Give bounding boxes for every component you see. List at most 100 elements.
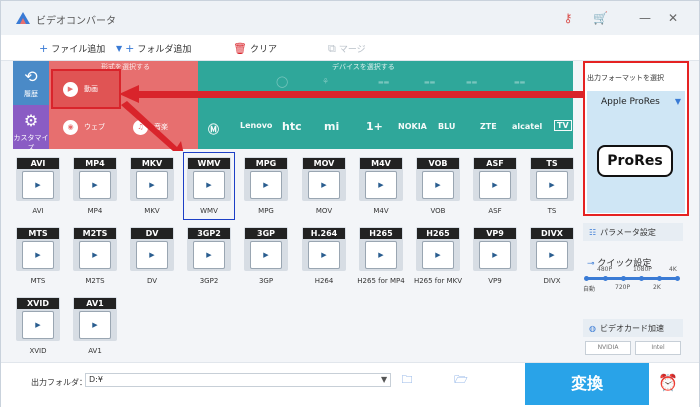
slider-stop-2k[interactable] <box>657 276 662 281</box>
lg-brand[interactable]: ▬▬ <box>466 79 477 86</box>
audio-category-button[interactable]: ♫ 音楽 <box>123 113 191 141</box>
key-icon[interactable]: ⚷ <box>561 11 575 25</box>
format-thumbnail: XVID ▶ <box>16 297 60 341</box>
format-tag: AV1 <box>74 298 116 309</box>
brand-oneplus[interactable]: 1+ <box>366 120 383 133</box>
slider-stop-480p[interactable] <box>603 276 608 281</box>
encoder-icon: ▶ <box>79 311 111 339</box>
format-item-h265-for-mp4[interactable]: H265 ▶ H265 for MP4 <box>356 223 406 289</box>
format-item-divx[interactable]: DIVX ▶ DIVX <box>527 223 577 289</box>
brand-alcatel[interactable]: alcatel <box>512 122 542 131</box>
merge-button[interactable]: ⧉ マージ <box>328 41 366 55</box>
huawei-brand[interactable]: ⚘ <box>322 77 329 86</box>
format-item-ts[interactable]: TS ▶ TS <box>527 153 577 219</box>
format-label: H264 <box>314 277 334 285</box>
format-item-xvid[interactable]: XVID ▶ XVID <box>13 293 63 359</box>
custom-tab[interactable]: ⚙ カスタマイズ <box>13 105 49 152</box>
format-item-3gp2[interactable]: 3GP2 ▶ 3GP2 <box>184 223 234 289</box>
android-brand[interactable]: ▬▬ <box>378 79 389 86</box>
format-thumbnail: MPG ▶ <box>244 157 288 201</box>
nvidia-toggle[interactable]: NVIDIA <box>585 341 631 355</box>
format-item-vp9[interactable]: VP9 ▶ VP9 <box>470 223 520 289</box>
format-item-vob[interactable]: VOB ▶ VOB <box>413 153 463 219</box>
slider-stop-1080p[interactable] <box>639 276 644 281</box>
device-band-label: デバイスを選択する <box>332 63 395 71</box>
brand-blu[interactable]: BLU <box>438 122 455 131</box>
format-label: MP4 <box>87 207 103 215</box>
clear-label: クリア <box>249 44 277 55</box>
history-label: 履歴 <box>24 90 38 98</box>
format-item-mov[interactable]: MOV ▶ MOV <box>299 153 349 219</box>
format-item-m2ts[interactable]: M2TS ▶ M2TS <box>70 223 120 289</box>
format-tag: M2TS <box>74 228 116 239</box>
format-tag: VOB <box>417 158 459 169</box>
folder-plus-icon: + <box>125 41 135 55</box>
output-format-select[interactable]: Apple ProRes ▼ ProRes <box>587 91 685 213</box>
format-item-mp4[interactable]: MP4 ▶ MP4 <box>70 153 120 219</box>
sliders-icon: ☷ <box>589 227 597 237</box>
video-category-button[interactable]: ▶ 動画 <box>51 69 121 109</box>
clear-button[interactable]: 🗑 クリア <box>233 41 277 55</box>
toolbar: + ファイル追加 ▼ + フォルダ追加 🗑 クリア ⧉ マージ <box>1 35 699 61</box>
format-item-mpg[interactable]: MPG ▶ MPG <box>241 153 291 219</box>
format-item-mts[interactable]: MTS ▶ MTS <box>13 223 63 289</box>
format-item-avi[interactable]: AVI ▶ AVI <box>13 153 63 219</box>
sony-brand[interactable]: ▬▬ <box>424 79 435 86</box>
slider-stop-720p[interactable] <box>621 276 626 281</box>
motorola-brand-icon[interactable]: Ⓜ <box>208 121 219 137</box>
browse-folder-icon[interactable]: 🗀 <box>399 373 415 387</box>
web-category-button[interactable]: ◉ ウェブ <box>53 113 121 141</box>
format-item-mkv[interactable]: MKV ▶ MKV <box>127 153 177 219</box>
parameter-settings-button[interactable]: ☷ パラメータ設定 <box>583 223 683 241</box>
asus-brand[interactable]: ▬▬ <box>514 79 525 86</box>
encoder-icon: ▶ <box>308 241 340 269</box>
minimize-button[interactable]: — <box>637 10 653 26</box>
format-item-3gp[interactable]: 3GP ▶ 3GP <box>241 223 291 289</box>
slider-stop-4k[interactable] <box>675 276 680 281</box>
add-folder-button[interactable]: ▼ + フォルダ追加 <box>116 41 191 55</box>
format-thumbnail: ASF ▶ <box>473 157 517 201</box>
close-button[interactable]: ✕ <box>665 10 681 26</box>
format-thumbnail: H265 ▶ <box>359 227 403 271</box>
brand-mi[interactable]: mi <box>324 120 339 133</box>
format-thumbnail: AV1 ▶ <box>73 297 117 341</box>
brand-zte[interactable]: ZTE <box>480 122 497 131</box>
slider-handle[interactable] <box>584 276 589 281</box>
brand-htc[interactable]: htc <box>282 120 302 133</box>
title-bar: ビデオコンバータ ⚷ 🛒 — ✕ <box>1 1 699 35</box>
quality-slider[interactable] <box>585 277 679 280</box>
format-thumbnail: DV ▶ <box>130 227 174 271</box>
hevc-icon: ▶ <box>422 241 454 269</box>
brand-nokia[interactable]: NOKIA <box>398 122 427 131</box>
brand-lenovo[interactable]: Lenovo <box>240 121 272 130</box>
format-tag: M4V <box>360 158 402 169</box>
format-tag: MP4 <box>74 158 116 169</box>
format-tag: H265 <box>360 228 402 239</box>
format-item-asf[interactable]: ASF ▶ ASF <box>470 153 520 219</box>
plus-icon: + <box>39 41 49 55</box>
format-item-h264[interactable]: H.264 ▶ H264 <box>299 223 349 289</box>
output-folder-input[interactable]: D:¥ <box>85 373 391 387</box>
add-file-button[interactable]: + ファイル追加 <box>39 41 105 55</box>
format-tag: WMV <box>188 158 230 169</box>
output-folder-dropdown-icon[interactable]: ▼ <box>381 375 387 384</box>
format-item-m4v[interactable]: M4V ▶ M4V <box>356 153 406 219</box>
music-note-icon: ♫ <box>133 119 148 135</box>
format-thumbnail: MTS ▶ <box>16 227 60 271</box>
format-thumbnail: VP9 ▶ <box>473 227 517 271</box>
format-item-wmv[interactable]: WMV ▶ WMV <box>183 152 235 220</box>
history-tab[interactable]: ⟲ 履歴 <box>13 61 49 105</box>
cart-icon[interactable]: 🛒 <box>593 11 608 25</box>
intel-toggle[interactable]: Intel <box>635 341 681 355</box>
convert-button[interactable]: 変換 <box>525 363 649 405</box>
format-tag: VP9 <box>474 228 516 239</box>
brand-tv[interactable]: TV <box>554 120 572 131</box>
alarm-clock-icon[interactable]: ⏰ <box>658 373 678 393</box>
format-label: M4V <box>373 207 389 215</box>
format-item-av1[interactable]: AV1 ▶ AV1 <box>70 293 120 359</box>
open-folder-icon[interactable]: 🗁 <box>453 373 469 387</box>
format-item-h265-for-mkv[interactable]: H265 ▶ H265 for MKV <box>413 223 463 289</box>
format-item-dv[interactable]: DV ▶ DV <box>127 223 177 289</box>
format-label: MPG <box>258 207 274 215</box>
samsung-brand[interactable]: ◯ <box>276 75 288 88</box>
